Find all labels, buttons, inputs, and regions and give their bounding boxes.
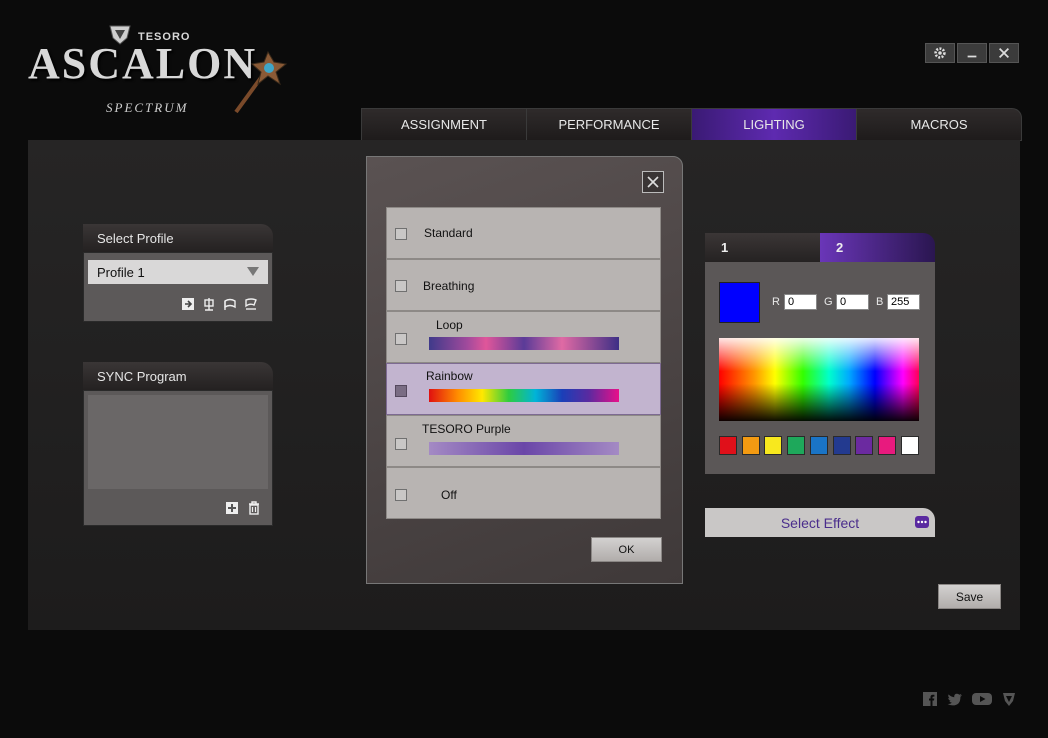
twitter-icon[interactable]: [946, 690, 964, 708]
checkbox[interactable]: [395, 385, 407, 397]
button-label: Save: [955, 589, 984, 604]
panel-title: SYNC Program: [97, 368, 187, 384]
b-value-input[interactable]: [887, 294, 920, 310]
checkbox[interactable]: [395, 438, 407, 450]
g-label: G: [824, 296, 833, 308]
sync-program-list[interactable]: [88, 395, 268, 489]
option-label: Loop: [436, 318, 463, 332]
import-icon[interactable]: [180, 296, 196, 312]
sync-actions: [224, 500, 262, 516]
color-swatch[interactable]: [900, 436, 919, 455]
option-label: Breathing: [423, 279, 475, 293]
rainbow-color-bar: [429, 389, 619, 402]
youtube-icon[interactable]: [971, 690, 993, 708]
color-swatch[interactable]: [764, 436, 783, 455]
option-label: Off: [441, 488, 457, 502]
panel-title: Select Profile: [97, 230, 174, 246]
dialog-close-button[interactable]: [642, 171, 664, 193]
option-label: Rainbow: [426, 369, 473, 383]
r-label: R: [772, 296, 780, 308]
add-icon[interactable]: [224, 500, 240, 516]
effect-option-rainbow[interactable]: Rainbow: [386, 363, 661, 415]
sync-panel-header: SYNC Program: [83, 362, 273, 390]
more-options-icon: [915, 516, 929, 528]
color-swatch[interactable]: [809, 436, 828, 455]
tab-assignment[interactable]: ASSIGNMENT: [361, 108, 527, 141]
close-icon: [999, 48, 1009, 58]
button-label: Select Effect: [780, 514, 860, 531]
close-window-button[interactable]: [989, 43, 1019, 63]
tab-lighting[interactable]: LIGHTING: [691, 108, 857, 141]
export-icon[interactable]: [201, 296, 217, 312]
color-swatch[interactable]: [741, 436, 760, 455]
product-subtitle: SPECTRUM: [106, 100, 189, 115]
profile-panel-header: Select Profile: [83, 224, 273, 252]
app-logo: TESORO ASCALON SPECTRUM: [28, 24, 298, 124]
g-value-input[interactable]: [836, 294, 869, 310]
checkbox[interactable]: [395, 228, 407, 240]
tab-label: MACROS: [910, 117, 968, 132]
loop-color-bar: [429, 337, 619, 350]
tab-macros[interactable]: MACROS: [856, 108, 1022, 141]
selected-profile: Profile 1: [97, 264, 145, 280]
color-slot-tabs: 1 2: [705, 233, 935, 262]
profile-dropdown[interactable]: Profile 1: [88, 260, 268, 284]
close-icon: [647, 176, 659, 188]
current-color-preview: [719, 282, 760, 323]
mace-icon: [234, 50, 288, 114]
facebook-icon[interactable]: [921, 690, 939, 708]
option-label: Standard: [424, 226, 473, 240]
color-swatch[interactable]: [719, 436, 737, 455]
color-spectrum-picker[interactable]: [719, 338, 919, 421]
effect-option-standard[interactable]: Standard: [386, 207, 661, 259]
minimize-button[interactable]: [957, 43, 987, 63]
settings-button[interactable]: [925, 43, 955, 63]
checkbox[interactable]: [395, 333, 407, 345]
trash-icon[interactable]: [246, 500, 262, 516]
effect-option-off[interactable]: Off: [386, 467, 661, 519]
tab-label: 1: [721, 240, 729, 255]
save-button[interactable]: Save: [938, 584, 1001, 609]
color-swatch[interactable]: [877, 436, 896, 455]
color-swatch[interactable]: [832, 436, 851, 455]
select-effect-button[interactable]: Select Effect: [705, 508, 935, 537]
link-icon[interactable]: [222, 296, 238, 312]
effect-option-breathing[interactable]: Breathing: [386, 259, 661, 311]
profile-actions: [180, 296, 259, 312]
r-value-input[interactable]: [784, 294, 817, 310]
color-swatch[interactable]: [787, 436, 806, 455]
tab-label: ASSIGNMENT: [401, 117, 487, 132]
tab-label: 2: [836, 240, 844, 255]
tab-label: PERFORMANCE: [558, 117, 660, 132]
color-swatch[interactable]: [855, 436, 874, 455]
checkbox[interactable]: [395, 489, 407, 501]
product-title: ASCALON: [28, 39, 258, 88]
gear-icon: [934, 47, 946, 59]
option-label: TESORO Purple: [422, 422, 511, 436]
ok-button[interactable]: OK: [591, 537, 662, 562]
tab-performance[interactable]: PERFORMANCE: [526, 108, 692, 141]
purple-color-bar: [429, 442, 619, 455]
effect-option-tesoro-purple[interactable]: TESORO Purple: [386, 415, 661, 467]
minimize-icon: [967, 55, 977, 58]
color-tab-2[interactable]: 2: [820, 233, 935, 262]
b-label: B: [876, 296, 884, 308]
tab-label: LIGHTING: [743, 117, 805, 132]
checkbox[interactable]: [395, 280, 407, 292]
unlink-icon[interactable]: [243, 296, 259, 312]
button-label: OK: [618, 543, 635, 556]
effect-option-loop[interactable]: Loop: [386, 311, 661, 363]
chevron-down-icon: [247, 267, 259, 276]
tesoro-icon[interactable]: [1000, 690, 1018, 708]
color-tab-1[interactable]: 1: [705, 233, 820, 262]
